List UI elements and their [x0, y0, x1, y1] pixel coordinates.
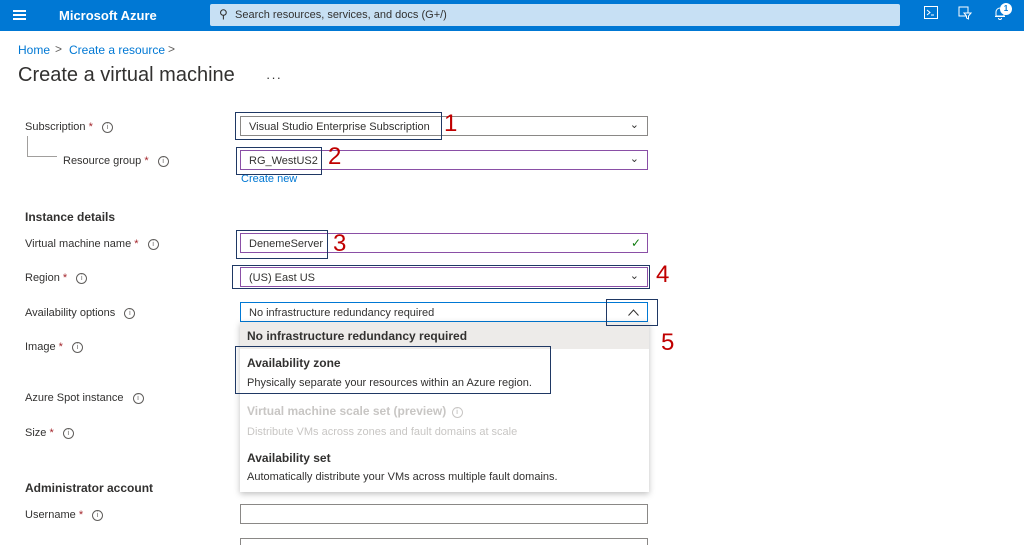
- tree-connector: [27, 136, 28, 157]
- info-icon[interactable]: i: [132, 393, 144, 404]
- checkmark-icon: ✓: [630, 236, 641, 250]
- availability-options-label-text: Availability options: [25, 307, 116, 319]
- breadcrumb-separator: >: [55, 42, 63, 56]
- size-label-text: Size: [25, 427, 47, 439]
- search-icon: ⚲: [219, 7, 228, 21]
- info-icon[interactable]: i: [71, 342, 83, 353]
- region-label-text: Region: [25, 272, 60, 284]
- top-bar: Microsoft Azure ⚲ Search resources, serv…: [0, 0, 1024, 31]
- image-label: Image * i: [25, 341, 83, 353]
- annotation-box: [235, 346, 551, 394]
- option-description: Distribute VMs across zones and fault do…: [247, 426, 518, 438]
- breadcrumb-create-resource-link[interactable]: Create a resource: [69, 43, 165, 57]
- required-mark: *: [88, 121, 93, 133]
- annotation-box: [236, 147, 322, 175]
- breadcrumb-separator: >: [168, 42, 176, 56]
- info-icon[interactable]: i: [101, 122, 113, 133]
- menu-icon[interactable]: [13, 10, 26, 20]
- directory-filter-icon[interactable]: [955, 6, 975, 24]
- resource-group-label-text: Resource group: [63, 155, 142, 167]
- administrator-account-heading: Administrator account: [25, 481, 154, 495]
- dropdown-option-scale-set: Virtual machine scale set (preview) i Di…: [240, 397, 649, 443]
- resource-group-label: Resource group * i: [63, 155, 169, 167]
- chevron-down-icon: ⌄: [629, 153, 639, 165]
- annotation-number: 3: [333, 230, 347, 257]
- info-icon[interactable]: i: [92, 510, 104, 521]
- info-icon: i: [451, 407, 463, 418]
- required-mark: *: [62, 272, 68, 284]
- dropdown-option-no-redundancy[interactable]: No infrastructure redundancy required: [240, 322, 649, 349]
- annotation-box: [236, 230, 328, 259]
- required-mark: *: [134, 238, 139, 250]
- info-icon[interactable]: i: [157, 156, 169, 167]
- search-input[interactable]: ⚲ Search resources, services, and docs (…: [210, 4, 900, 26]
- username-input[interactable]: [240, 504, 648, 524]
- subscription-label-text: Subscription: [25, 121, 86, 133]
- annotation-number: 2: [328, 143, 342, 170]
- image-label-text: Image: [25, 341, 56, 353]
- info-icon[interactable]: i: [62, 428, 74, 439]
- option-title: No infrastructure redundancy required: [247, 329, 468, 343]
- cloud-shell-icon[interactable]: [921, 6, 941, 24]
- subscription-label: Subscription * i: [25, 121, 113, 133]
- annotation-box: [232, 265, 650, 289]
- required-mark: *: [144, 155, 149, 167]
- required-mark: *: [58, 341, 63, 353]
- username-label: Username * i: [25, 509, 104, 521]
- option-title: Virtual machine scale set (preview) i: [247, 404, 463, 418]
- option-title: Availability set: [247, 451, 331, 465]
- info-icon[interactable]: i: [76, 273, 88, 284]
- annotation-number: 1: [444, 110, 458, 137]
- more-options-button[interactable]: ···: [266, 70, 282, 85]
- availability-options-select[interactable]: No infrastructure redundancy required: [240, 302, 648, 322]
- page-title: Create a virtual machine: [18, 64, 235, 86]
- annotation-number: 5: [661, 329, 675, 356]
- option-title-text: Virtual machine scale set (preview): [247, 404, 447, 418]
- option-description: Automatically distribute your VMs across…: [247, 471, 558, 483]
- breadcrumb-home-link[interactable]: Home: [18, 43, 50, 57]
- next-field-partial[interactable]: [240, 538, 648, 545]
- notification-count-badge: 1: [1000, 3, 1012, 15]
- vm-name-label-text: Virtual machine name: [25, 238, 132, 250]
- info-icon[interactable]: i: [147, 239, 159, 250]
- search-placeholder: Search resources, services, and docs (G+…: [235, 9, 447, 21]
- azure-spot-label: Azure Spot instance i: [25, 392, 144, 404]
- annotation-box: [235, 112, 442, 140]
- annotation-box: [606, 299, 658, 326]
- required-mark: *: [78, 509, 84, 521]
- vm-name-label: Virtual machine name * i: [25, 238, 159, 250]
- annotation-number: 4: [656, 261, 670, 288]
- brand-title[interactable]: Microsoft Azure: [59, 8, 157, 23]
- required-mark: *: [49, 427, 54, 439]
- dropdown-option-availability-set[interactable]: Availability set Automatically distribut…: [240, 444, 649, 492]
- tree-connector: [27, 156, 57, 157]
- size-label: Size * i: [25, 427, 74, 439]
- availability-options-value: No infrastructure redundancy required: [249, 307, 435, 319]
- region-label: Region * i: [25, 272, 88, 284]
- chevron-down-icon: ⌄: [629, 119, 639, 131]
- azure-spot-label-text: Azure Spot instance: [25, 392, 124, 404]
- instance-details-heading: Instance details: [25, 210, 116, 224]
- availability-options-label: Availability options i: [25, 307, 136, 319]
- info-icon[interactable]: i: [124, 308, 136, 319]
- username-label-text: Username: [25, 509, 76, 521]
